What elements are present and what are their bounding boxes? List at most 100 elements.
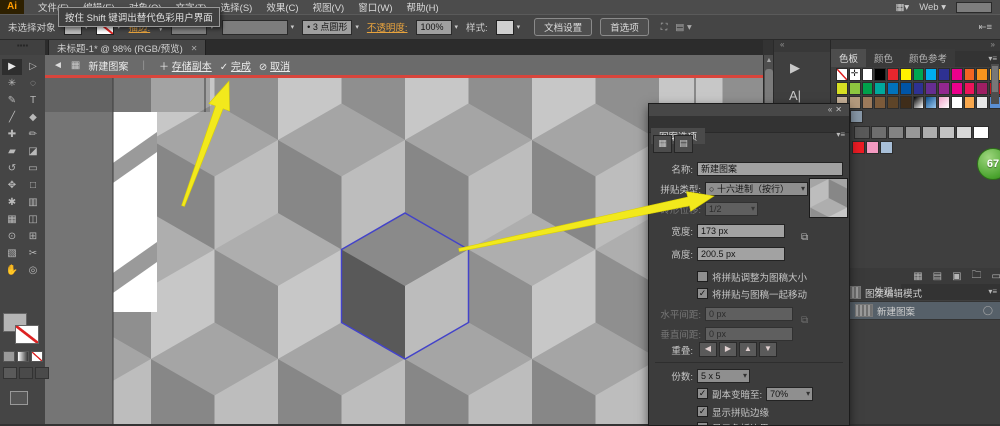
swatch[interactable] (862, 68, 874, 81)
swatch[interactable] (880, 141, 893, 154)
swatch[interactable] (913, 96, 925, 109)
gray-swatch[interactable] (939, 126, 955, 139)
pencil-tool[interactable]: ✏ (23, 127, 43, 143)
panel-tab[interactable]: 颜色 (866, 49, 901, 67)
swatch[interactable] (938, 68, 950, 81)
screen-mode-button[interactable] (10, 391, 28, 405)
layer-target-icon[interactable]: ◯ (983, 305, 993, 316)
gradient-tool[interactable]: ▦ (2, 212, 22, 228)
opacity-value[interactable]: 100%▾ (416, 20, 459, 35)
expand-dock-icon[interactable]: « (774, 38, 831, 52)
opacity-link[interactable]: 不透明度: (367, 20, 408, 34)
swatch[interactable] (852, 141, 865, 154)
swatch[interactable] (900, 82, 912, 95)
cancel-button[interactable]: ⊘ 取消 (259, 58, 290, 73)
swatch[interactable] (836, 82, 848, 95)
line-segment-tool[interactable]: ╱ (2, 110, 22, 126)
collapse-controlbar-icon[interactable]: ⇤≡ (978, 22, 992, 33)
swatch[interactable] (887, 96, 899, 109)
swatch[interactable] (887, 82, 899, 95)
pattern-swatch[interactable] (850, 110, 863, 123)
swatch[interactable] (913, 68, 925, 81)
swatch[interactable] (836, 68, 848, 81)
swatch-libraries-icon[interactable]: ▤ (933, 271, 942, 282)
rotate-tool[interactable]: ↺ (2, 161, 22, 177)
swatch[interactable] (849, 68, 861, 81)
arrange-documents-icon[interactable]: ▦▾ (895, 2, 909, 13)
swatch[interactable] (976, 82, 988, 95)
pen-tool[interactable]: ✎ (2, 93, 22, 109)
menu-item[interactable]: 效果(C) (266, 0, 298, 14)
menu-item[interactable]: 选择(S) (221, 0, 253, 14)
panel-icon-symbols[interactable]: ▶ (778, 56, 812, 80)
tile-type-dropdown[interactable]: ○ 十六进制（按行） (705, 182, 808, 196)
overlap-right-in-front[interactable]: ▶ (719, 342, 737, 357)
blob-brush-tool[interactable]: ▰ (2, 144, 22, 160)
show-tile-edge-checkbox[interactable]: ✓ (697, 406, 708, 417)
swatch[interactable] (849, 82, 861, 95)
swatch[interactable] (874, 68, 886, 81)
gray-swatch[interactable] (854, 126, 870, 139)
graph-tool[interactable]: ⊞ (23, 229, 43, 245)
swatch[interactable] (976, 96, 988, 109)
save-copy-button[interactable]: ＋ 存储副本 (159, 58, 212, 73)
close-tab-icon[interactable]: ✕ (191, 44, 198, 53)
mesh-tool[interactable]: ▥ (23, 195, 43, 211)
toolbar-gripper[interactable]: ▪▪▪▪ (0, 38, 45, 55)
direct-selection-tool[interactable]: ▷ (23, 59, 43, 75)
color-button[interactable] (3, 351, 15, 362)
draw-normal-mode-button[interactable] (3, 367, 17, 379)
swatch[interactable] (862, 96, 874, 109)
swatch[interactable] (925, 82, 937, 95)
delete-swatch-icon[interactable]: ▭ (992, 271, 1000, 282)
dim-copies-dropdown[interactable]: 70% (766, 387, 813, 401)
style-swatch[interactable]: ▾ (496, 20, 521, 35)
swatch[interactable] (900, 96, 912, 109)
gray-swatch[interactable] (922, 126, 938, 139)
exit-pattern-mode-icon[interactable]: ◄ (53, 60, 63, 71)
eyedropper-tool[interactable]: ◫ (23, 212, 43, 228)
swatch[interactable] (938, 96, 950, 109)
done-button[interactable]: ✓ 完成 (220, 58, 251, 73)
type-tool[interactable]: T (23, 93, 43, 109)
app-logo[interactable]: Ai (0, 0, 24, 14)
gradient-button[interactable] (17, 351, 29, 362)
swatch[interactable] (951, 96, 963, 109)
swatch[interactable] (976, 68, 988, 81)
layer-row-pattern[interactable]: ▶ 新建图案 ◯ (831, 302, 1000, 320)
align-icon[interactable]: ⛶ (661, 22, 668, 33)
gray-swatch[interactable] (905, 126, 921, 139)
swatch[interactable] (925, 68, 937, 81)
show-swatch-bounds-checkbox[interactable] (697, 422, 708, 426)
brush-definition[interactable]: • 3 点圆形▾ (302, 20, 359, 35)
move-tile-checkbox[interactable]: ✓ (697, 288, 708, 299)
document-tab[interactable]: 未标题-1* @ 98% (RGB/预览) ✕ (48, 39, 206, 56)
menu-item[interactable]: 视图(V) (313, 0, 345, 14)
pattern-tile-tool-button[interactable]: ▦ (653, 135, 672, 153)
hand-tool[interactable]: ✋ (2, 263, 22, 279)
swatch-kinds-icon[interactable]: ▦ (913, 271, 922, 282)
swatch[interactable] (913, 82, 925, 95)
copies-dropdown[interactable]: 5 x 5 (697, 369, 750, 383)
width-input[interactable]: 173 px (697, 224, 785, 238)
swatch[interactable] (887, 68, 899, 81)
symbol-sprayer-tool[interactable]: ⊙ (2, 229, 22, 245)
app-bar-button[interactable] (956, 2, 992, 13)
dim-copies-checkbox[interactable]: ✓ (697, 388, 708, 399)
magic-wand-tool[interactable]: ✳ (2, 76, 22, 92)
free-transform-tool[interactable]: ✥ (2, 178, 22, 194)
size-tile-checkbox[interactable] (697, 271, 708, 282)
gray-swatch[interactable] (973, 126, 989, 139)
swatches-scrollbar[interactable] (991, 64, 999, 104)
panel-tab[interactable]: 颜色参考 (901, 49, 955, 67)
zoom-tool[interactable]: ◎ (23, 263, 43, 279)
overlap-top-in-front[interactable]: ▲ (739, 342, 757, 357)
preferences-button[interactable]: 首选项 (600, 18, 649, 36)
shape-builder-tool[interactable]: □ (23, 178, 43, 194)
pattern-name-input[interactable]: 新建图案 (697, 162, 843, 176)
swatch[interactable] (964, 68, 976, 81)
swatch[interactable] (938, 82, 950, 95)
panel-menu-icon[interactable]: ▾≡ (988, 54, 997, 63)
panel-titlebar[interactable]: «✕ (649, 104, 849, 116)
swatch[interactable] (964, 82, 976, 95)
